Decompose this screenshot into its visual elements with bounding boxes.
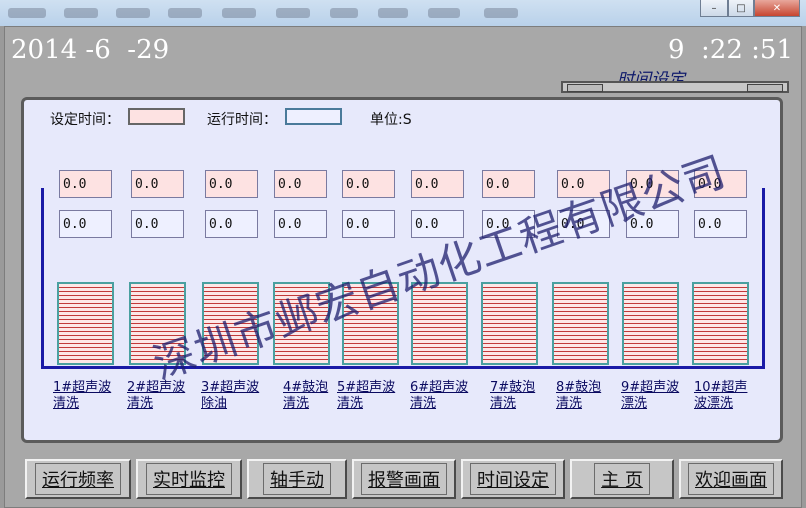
nav-button-label: 时间设定 [470,463,556,495]
tank-label-line: 清洗 [127,396,154,411]
tank-label-line: 波漂洗 [694,396,734,411]
tank-label-line: 清洗 [490,396,517,411]
minimize-icon[interactable]: – [700,0,728,17]
set-time-field-4[interactable]: 0.0 [274,170,327,198]
run-time-field-4: 0.0 [274,210,327,238]
menu-item[interactable] [484,8,518,18]
tank-label-1: 1#超声波 清洗 [53,380,111,412]
tank-label-8: 8#鼓泡 清洗 [556,380,601,412]
tank-label-line: 4#鼓泡 [283,380,329,395]
nav-home-button[interactable]: 主 页 [570,459,674,499]
nav-time-settings-button[interactable]: 时间设定 [461,459,565,499]
run-time-field-3: 0.0 [205,210,258,238]
time-settings-panel: 设定时间： 运行时间： 单位:S 0.0 0.0 1#超声波 清洗 0.0 0.0… [21,97,783,443]
nav-button-label: 轴手动 [263,463,331,495]
menu-item[interactable] [378,8,408,18]
close-icon[interactable]: ✕ [754,0,800,17]
tank-9 [622,282,679,365]
tank-label-line: 漂洗 [621,396,648,411]
tank-label-line: 7#鼓泡 [490,380,536,395]
unit-label: 单位:S [370,112,412,128]
tank-10 [692,282,749,365]
tank-label-line: 3#超声波 [201,380,260,395]
nav-realtime-monitor-button[interactable]: 实时监控 [136,459,242,499]
tank-label-7: 7#鼓泡 清洗 [490,380,535,412]
run-time-field-5: 0.0 [342,210,395,238]
tank-label-line: 6#超声波 [410,380,469,395]
menu-item[interactable] [64,8,98,18]
hmi-window: 2014 -6 -29 9 :22 :51 时间设定 设定时间： 运行时间： 单… [4,26,802,508]
set-time-field-3[interactable]: 0.0 [205,170,258,198]
menu-item[interactable] [222,8,256,18]
tank-label-line: 清洗 [410,396,437,411]
nav-welcome-button[interactable]: 欢迎画面 [679,459,783,499]
menu-item[interactable] [428,8,460,18]
run-time-field-10: 0.0 [694,210,747,238]
nav-button-label: 运行频率 [35,463,121,495]
tank-label-line: 清洗 [556,396,583,411]
title-bar-decoration [561,81,789,93]
set-time-field-6[interactable]: 0.0 [411,170,464,198]
menu-item[interactable] [276,8,310,18]
set-time-legend-label: 设定时间： [50,112,120,128]
menu-item[interactable] [330,8,358,18]
tank-label-line: 1#超声波 [53,380,112,395]
tank-8 [552,282,609,365]
nav-button-label: 欢迎画面 [688,463,774,495]
tank-label-line: 10#超声 [694,380,748,395]
tank-label-3: 3#超声波 除油 [201,380,259,412]
menu-item[interactable] [116,8,150,18]
date-display: 2014 -6 -29 [11,35,170,65]
tank-label-4: 4#鼓泡 清洗 [283,380,328,412]
time-display: 9 :22 :51 [667,35,793,65]
menu-item[interactable] [168,8,202,18]
set-time-field-1[interactable]: 0.0 [59,170,112,198]
tank-label-line: 清洗 [337,396,364,411]
window-titlebar: – □ ✕ [0,0,806,26]
nav-button-label: 主 页 [594,463,650,495]
title-bar-notch [747,84,783,92]
tank-label-5: 5#超声波 清洗 [337,380,395,412]
run-time-legend-swatch [285,108,342,125]
nav-run-frequency-button[interactable]: 运行频率 [25,459,131,499]
set-time-field-2[interactable]: 0.0 [131,170,184,198]
set-time-field-7[interactable]: 0.0 [482,170,535,198]
tank-label-line: 8#鼓泡 [556,380,602,395]
tank-label-10: 10#超声 波漂洗 [694,380,747,412]
nav-axis-manual-button[interactable]: 轴手动 [247,459,347,499]
run-time-legend-label: 运行时间： [207,112,277,128]
title-bar-notch [567,84,603,92]
tank-1 [57,282,114,365]
set-time-field-5[interactable]: 0.0 [342,170,395,198]
nav-button-label: 实时监控 [146,463,232,495]
tank-label-line: 5#超声波 [337,380,396,395]
conveyor-base [41,366,765,369]
run-time-field-2: 0.0 [131,210,184,238]
conveyor-right-rail [762,188,765,369]
tank-label-line: 除油 [201,396,228,411]
tank-label-line: 9#超声波 [621,380,680,395]
nav-button-label: 报警画面 [361,463,447,495]
tank-label-line: 清洗 [53,396,80,411]
tank-label-9: 9#超声波 漂洗 [621,380,679,412]
conveyor-left-rail [41,188,44,369]
run-time-field-1: 0.0 [59,210,112,238]
tank-label-6: 6#超声波 清洗 [410,380,468,412]
tank-label-line: 清洗 [283,396,310,411]
nav-alarm-screen-button[interactable]: 报警画面 [352,459,456,499]
tank-7 [481,282,538,365]
set-time-legend-swatch [128,108,185,125]
maximize-icon[interactable]: □ [728,0,754,17]
menu-item[interactable] [8,8,46,18]
